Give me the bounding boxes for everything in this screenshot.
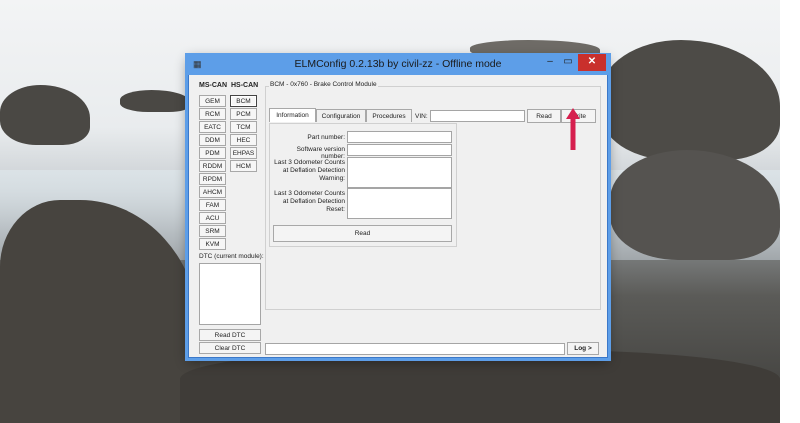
background-rock (610, 150, 780, 260)
module-button-kvm[interactable]: KVM (199, 238, 226, 250)
window-client: MS-CAN HS-CAN GEM RCM EATC DDM PDM RDDM … (189, 75, 607, 357)
tab-procedures[interactable]: Procedures (366, 109, 412, 122)
minimize-button[interactable]: – (542, 54, 558, 71)
read-dtc-button[interactable]: Read DTC (199, 329, 261, 341)
clear-dtc-button[interactable]: Clear DTC (199, 342, 261, 354)
module-button-gem[interactable]: GEM (199, 95, 226, 107)
part-number-label: Part number: (307, 134, 345, 141)
close-button[interactable]: ✕ (578, 54, 606, 71)
module-button-ddm[interactable]: DDM (199, 134, 226, 146)
software-version-label: Software version number: (296, 146, 345, 160)
screen-edge-right (780, 0, 800, 423)
dtc-list[interactable] (199, 263, 261, 325)
dtc-label: DTC (current module): (199, 253, 264, 260)
background-rock (0, 85, 90, 145)
odometer-warning-label: Last 3 Odometer Counts at Deflation Dete… (274, 159, 345, 182)
background-rock (120, 90, 190, 112)
odometer-reset-field[interactable] (347, 188, 452, 219)
module-button-pcm[interactable]: PCM (230, 108, 257, 120)
software-version-field[interactable] (347, 144, 452, 156)
part-number-field[interactable] (347, 131, 452, 143)
module-button-fam[interactable]: FAM (199, 199, 226, 211)
module-button-hec[interactable]: HEC (230, 134, 257, 146)
vin-label: VIN: (415, 113, 428, 120)
hs-can-header: HS-CAN (231, 82, 259, 89)
module-button-hcm[interactable]: HCM (230, 160, 257, 172)
ms-can-header: MS-CAN (199, 82, 227, 89)
log-button[interactable]: Log > (567, 342, 599, 355)
module-button-rcm[interactable]: RCM (199, 108, 226, 120)
odometer-reset-label: Last 3 Odometer Counts at Deflation Dete… (274, 190, 345, 213)
app-window: ▦ ELMConfig 0.2.13b by civil-zz - Offlin… (186, 54, 610, 358)
background-rock (180, 350, 780, 423)
module-button-tcm[interactable]: TCM (230, 121, 257, 133)
module-button-ahcm[interactable]: AHCM (199, 186, 226, 198)
vin-input[interactable] (430, 110, 525, 122)
log-line[interactable] (265, 343, 565, 355)
background-rock (600, 40, 780, 160)
module-button-rddm[interactable]: RDDM (199, 160, 226, 172)
module-button-bcm[interactable]: BCM (230, 95, 257, 107)
info-read-button[interactable]: Read (273, 225, 452, 242)
module-button-eatc[interactable]: EATC (199, 121, 226, 133)
maximize-button[interactable]: ▭ (560, 54, 576, 71)
module-button-srm[interactable]: SRM (199, 225, 226, 237)
odometer-warning-field[interactable] (347, 157, 452, 188)
tab-information[interactable]: Information (269, 108, 316, 122)
module-button-ehpas[interactable]: EHPAS (230, 147, 257, 159)
module-button-rpdm[interactable]: RPDM (199, 173, 226, 185)
module-button-pdm[interactable]: PDM (199, 147, 226, 159)
annotation-arrow-icon (566, 108, 580, 150)
module-panel-title: BCM - 0x760 - Brake Control Module (269, 81, 378, 88)
module-button-acu[interactable]: ACU (199, 212, 226, 224)
tab-configuration[interactable]: Configuration (316, 109, 366, 122)
vin-read-button[interactable]: Read (527, 109, 561, 123)
title-bar[interactable]: ▦ ELMConfig 0.2.13b by civil-zz - Offlin… (186, 54, 610, 75)
